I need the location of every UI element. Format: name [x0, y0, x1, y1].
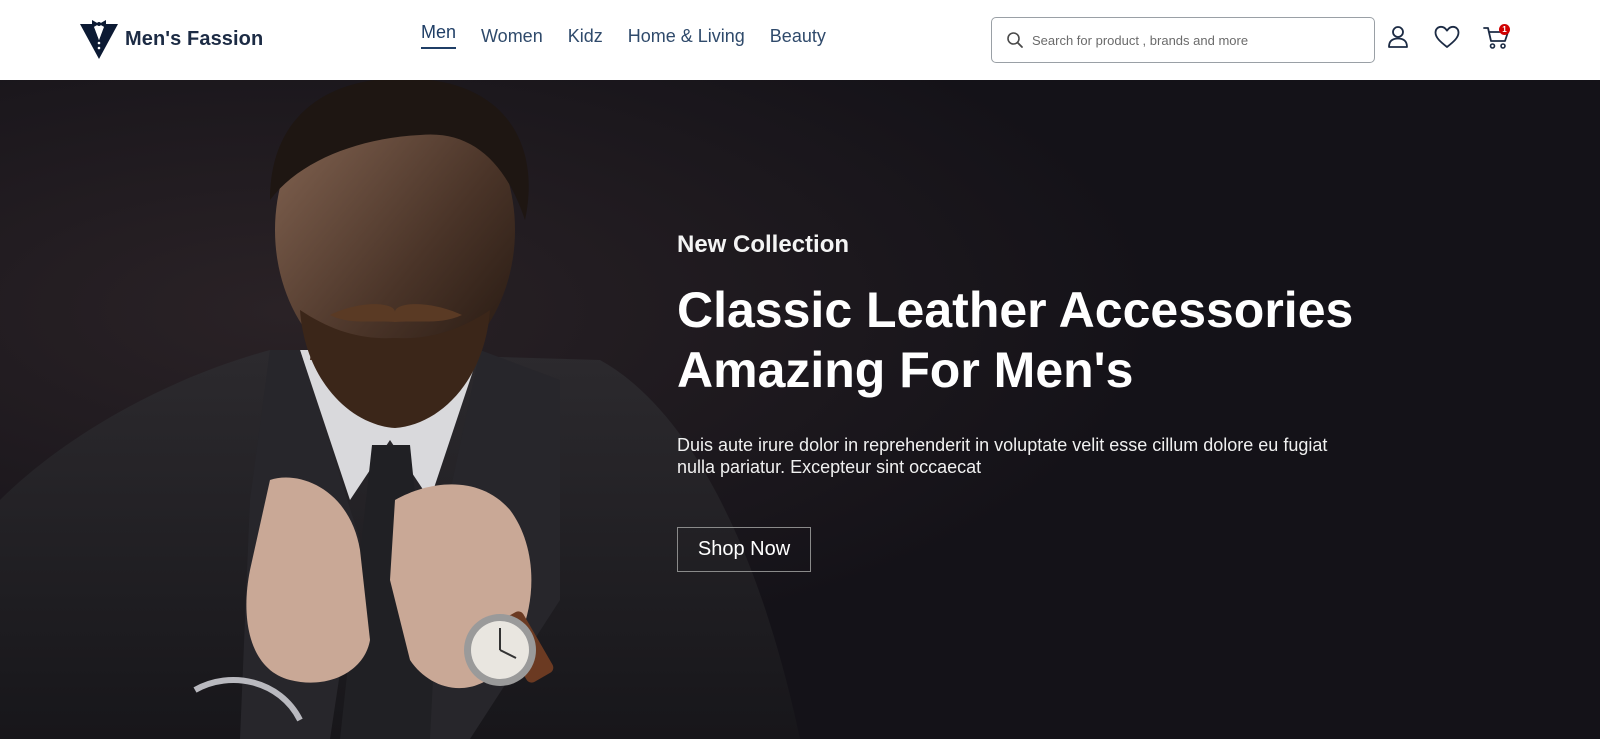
nav-link-beauty[interactable]: Beauty — [770, 26, 826, 51]
search-icon[interactable] — [1006, 31, 1024, 49]
site-header: Men's Fassion Men Women Kidz Home & Livi… — [0, 0, 1600, 80]
hero-banner: New Collection Classic Leather Accessori… — [0, 80, 1600, 739]
brand-name: Men's Fassion — [125, 27, 264, 50]
user-icon — [1388, 26, 1408, 48]
nav-link-women[interactable]: Women — [481, 26, 543, 51]
search-input[interactable] — [1032, 25, 1362, 55]
shop-now-button[interactable]: Shop Now — [677, 527, 811, 572]
hero-content: New Collection Classic Leather Accessori… — [677, 230, 1397, 572]
nav-link-kidz[interactable]: Kidz — [568, 26, 603, 51]
main-nav: Men Women Kidz Home & Living Beauty — [421, 22, 851, 51]
nav-link-home-living[interactable]: Home & Living — [628, 26, 745, 51]
hero-title-line-2: Amazing For Men's — [677, 342, 1134, 398]
hero-description: Duis aute irure dolor in reprehenderit i… — [677, 435, 1328, 477]
wishlist-button[interactable] — [1432, 22, 1462, 52]
profile-button[interactable] — [1383, 22, 1413, 52]
heart-icon — [1434, 25, 1460, 48]
cart-count-badge: 1 — [1499, 24, 1510, 35]
nav-link-men[interactable]: Men — [421, 22, 457, 49]
search-box[interactable] — [991, 17, 1375, 63]
hero-eyebrow: New Collection — [677, 231, 850, 258]
hero-title-line-1: Classic Leather Accessories — [677, 282, 1354, 338]
tuxedo-logo-icon — [80, 20, 118, 59]
cart-button[interactable]: 1 — [1482, 22, 1512, 52]
hero-title: Classic Leather Accessories Amazing For … — [677, 280, 1397, 400]
brand-logo[interactable]: Men's Fassion — [78, 18, 263, 60]
